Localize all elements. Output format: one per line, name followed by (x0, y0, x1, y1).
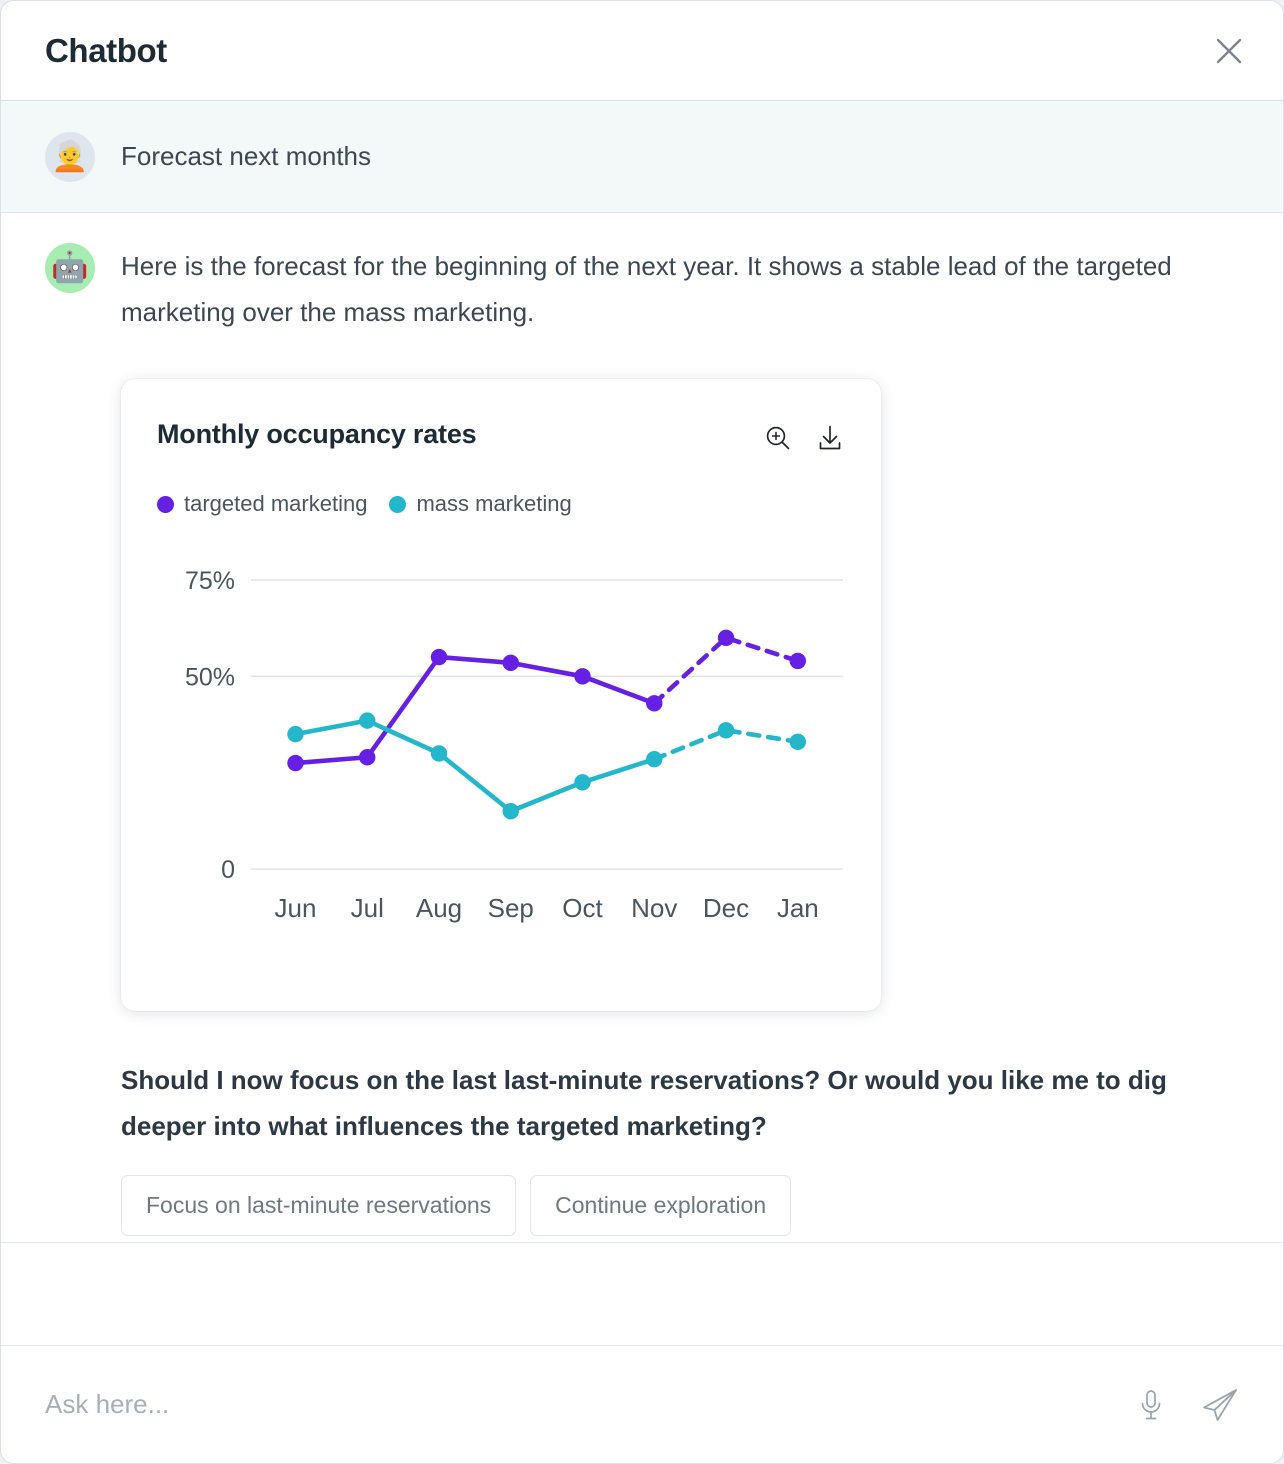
download-icon[interactable] (815, 423, 845, 453)
composer-actions (1135, 1387, 1239, 1423)
x-axis-tick-label: Aug (416, 893, 462, 923)
zoom-in-icon[interactable] (763, 423, 793, 453)
composer-bar (1, 1346, 1283, 1463)
data-point[interactable] (717, 629, 735, 647)
chart-title: Monthly occupancy rates (157, 419, 477, 450)
legend-label: mass marketing (416, 491, 572, 517)
x-axis-tick-label: Nov (631, 893, 677, 923)
bot-message-body: Here is the forecast for the beginning o… (121, 243, 1239, 1242)
suggestion-chip-focus-last-minute[interactable]: Focus on last-minute reservations (121, 1175, 517, 1237)
composer-spacer-panel (1, 1242, 1283, 1346)
followup-question: Should I now focus on the last last-minu… (121, 1065, 1167, 1142)
close-icon (1216, 38, 1242, 63)
legend-color-swatch (157, 495, 174, 513)
send-icon[interactable] (1201, 1387, 1239, 1423)
x-axis-tick-label: Sep (488, 893, 534, 923)
legend-color-swatch (389, 495, 407, 513)
y-axis-tick-label: 75% (185, 567, 235, 595)
chart-plot-area: 0 50% 75% Jun Jul Aug Sep Oct Nov Dec Jan (157, 543, 845, 943)
bot-avatar: 🤖 (45, 243, 95, 293)
data-point[interactable] (502, 654, 519, 672)
x-axis-tick-label: Jun (275, 893, 317, 923)
line-chart: 0 50% 75% Jun Jul Aug Sep Oct Nov Dec Jan (185, 567, 843, 923)
bot-message-text: Here is the forecast for the beginning o… (121, 251, 1172, 328)
user-message-row: 🧑‍🦳 Forecast next months (1, 101, 1283, 213)
chatbot-window: Chatbot 🧑‍🦳 Forecast next months 🤖 Here … (0, 0, 1284, 1464)
legend-item-targeted-marketing[interactable]: targeted marketing (157, 491, 367, 517)
suggestion-chips: Focus on last-minute reservations Contin… (121, 1175, 1239, 1237)
series-line-forecast (651, 635, 801, 706)
legend-item-mass-marketing[interactable]: mass marketing (389, 491, 572, 517)
data-point[interactable] (287, 725, 304, 743)
data-point[interactable] (430, 648, 448, 666)
chart-actions (763, 419, 845, 453)
data-point[interactable] (574, 774, 591, 791)
chart-card: Monthly occupancy rates targeted marketi… (121, 379, 881, 1012)
close-button[interactable] (1207, 29, 1251, 73)
chart-header: Monthly occupancy rates (157, 419, 845, 453)
x-axis-tick-label: Jan (777, 893, 819, 923)
y-axis-tick-label: 50% (185, 663, 235, 691)
data-point[interactable] (359, 749, 376, 766)
data-point[interactable] (646, 751, 663, 768)
data-point[interactable] (287, 754, 304, 772)
data-point[interactable] (502, 803, 519, 820)
y-axis-tick-label: 0 (221, 856, 235, 884)
data-point[interactable] (789, 733, 806, 751)
data-point[interactable] (646, 695, 663, 712)
data-point[interactable] (717, 722, 735, 739)
page-title: Chatbot (45, 31, 167, 69)
data-point[interactable] (574, 668, 591, 685)
microphone-icon[interactable] (1135, 1388, 1167, 1422)
series-line-solid (293, 718, 657, 814)
chat-input[interactable] (45, 1389, 1135, 1420)
x-axis-tick-label: Dec (703, 893, 749, 923)
x-axis-tick-label: Jul (351, 893, 384, 923)
data-point[interactable] (430, 745, 448, 762)
suggestion-chip-continue-exploration[interactable]: Continue exploration (530, 1175, 792, 1237)
user-message-text: Forecast next months (121, 141, 371, 171)
legend-label: targeted marketing (184, 491, 368, 517)
data-point[interactable] (359, 712, 376, 729)
chart-legend: targeted marketing mass marketing (157, 491, 845, 517)
series-line-solid (293, 654, 657, 766)
bot-message-row: 🤖 Here is the forecast for the beginning… (1, 213, 1283, 1242)
data-point[interactable] (789, 652, 806, 670)
user-avatar: 🧑‍🦳 (45, 131, 95, 182)
x-axis-tick-label: Oct (562, 893, 603, 923)
window-titlebar: Chatbot (1, 1, 1283, 101)
